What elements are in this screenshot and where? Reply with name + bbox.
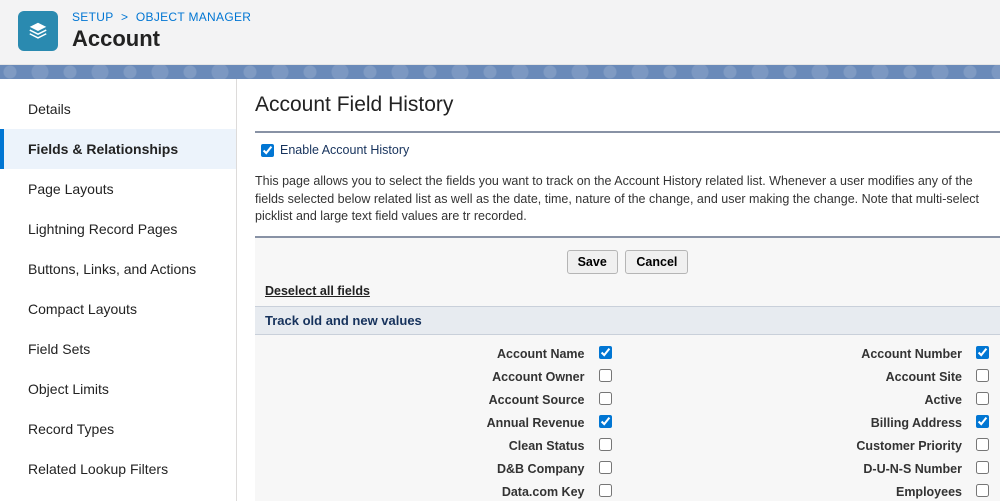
- field-label: Account Name: [497, 347, 585, 361]
- enable-history-row: Enable Account History: [255, 139, 1000, 167]
- sidebar-item[interactable]: Details: [0, 89, 236, 129]
- deselect-row: Deselect all fields: [255, 284, 1000, 306]
- fields-grid: Account Name Account Owner Account Source A…: [255, 335, 1000, 502]
- deselect-all-link[interactable]: Deselect all fields: [265, 284, 370, 298]
- enable-history-checkbox[interactable]: [261, 144, 274, 157]
- field-check-wrap: [599, 392, 613, 408]
- main-title: Account Field History: [255, 93, 1000, 117]
- field-check-wrap: [599, 461, 613, 477]
- header-text: SETUP > OBJECT MANAGER Account: [72, 10, 251, 52]
- sidebar-item[interactable]: Related Lookup Filters: [0, 449, 236, 489]
- section-header: Track old and new values: [255, 306, 1000, 335]
- sidebar-item[interactable]: Fields & Relationships: [0, 129, 236, 169]
- field-checkbox[interactable]: [976, 392, 989, 405]
- field-check-wrap: [976, 461, 990, 477]
- description-text: This page allows you to select the field…: [255, 173, 1000, 226]
- fields-column-left: Account Name Account Owner Account Source A…: [265, 343, 613, 502]
- field-checkbox[interactable]: [976, 346, 989, 359]
- field-label: Customer Priority: [856, 439, 962, 453]
- field-check-wrap: [599, 346, 613, 362]
- field-checkbox[interactable]: [599, 346, 612, 359]
- field-label: Account Number: [861, 347, 962, 361]
- field-check-wrap: [976, 369, 990, 385]
- header: SETUP > OBJECT MANAGER Account: [0, 0, 1000, 65]
- field-row: Customer Priority: [643, 435, 991, 458]
- layers-icon: [27, 20, 49, 42]
- main: Account Field History Enable Account His…: [237, 79, 1000, 501]
- button-row: Save Cancel: [255, 246, 1000, 284]
- field-checkbox[interactable]: [599, 415, 612, 428]
- breadcrumb-object-manager[interactable]: OBJECT MANAGER: [136, 10, 251, 24]
- field-check-wrap: [599, 438, 613, 454]
- field-checkbox[interactable]: [976, 415, 989, 428]
- field-check-wrap: [976, 346, 990, 362]
- field-check-wrap: [976, 392, 990, 408]
- field-check-wrap: [599, 484, 613, 500]
- field-row: Employees: [643, 481, 991, 502]
- save-button[interactable]: Save: [567, 250, 618, 274]
- field-label: Account Site: [886, 370, 962, 384]
- pattern-bar: [0, 65, 1000, 79]
- field-check-wrap: [599, 369, 613, 385]
- field-row: D-U-N-S Number: [643, 458, 991, 481]
- field-checkbox[interactable]: [976, 438, 989, 451]
- field-checkbox[interactable]: [599, 392, 612, 405]
- field-checkbox[interactable]: [976, 484, 989, 497]
- field-row: Account Source: [265, 389, 613, 412]
- field-row: Account Name: [265, 343, 613, 366]
- sidebar-item[interactable]: Field Sets: [0, 329, 236, 369]
- field-checkbox[interactable]: [976, 369, 989, 382]
- field-label: Account Source: [489, 393, 585, 407]
- field-checkbox[interactable]: [599, 461, 612, 474]
- field-check-wrap: [976, 484, 990, 500]
- field-checkbox[interactable]: [599, 438, 612, 451]
- field-row: Account Number: [643, 343, 991, 366]
- sidebar-item[interactable]: Compact Layouts: [0, 289, 236, 329]
- field-row: Active: [643, 389, 991, 412]
- field-check-wrap: [976, 438, 990, 454]
- field-row: Account Site: [643, 366, 991, 389]
- breadcrumb-setup[interactable]: SETUP: [72, 10, 113, 24]
- cancel-button[interactable]: Cancel: [625, 250, 688, 274]
- field-label: Clean Status: [509, 439, 585, 453]
- field-label: D-U-N-S Number: [863, 462, 962, 476]
- field-checkbox[interactable]: [599, 369, 612, 382]
- field-label: Annual Revenue: [487, 416, 585, 430]
- panel: Enable Account History This page allows …: [255, 131, 1000, 501]
- field-row: Annual Revenue: [265, 412, 613, 435]
- sidebar-item[interactable]: Record Types: [0, 409, 236, 449]
- page-title: Account: [72, 26, 251, 52]
- field-row: D&B Company: [265, 458, 613, 481]
- inner-panel: Save Cancel Deselect all fields Track ol…: [255, 236, 1000, 502]
- field-row: Data.com Key: [265, 481, 613, 502]
- enable-history-label[interactable]: Enable Account History: [280, 143, 409, 157]
- breadcrumb-sep: >: [121, 10, 128, 24]
- app-icon: [18, 11, 58, 51]
- field-label: Employees: [896, 485, 962, 499]
- field-check-wrap: [599, 415, 613, 431]
- field-label: Account Owner: [492, 370, 584, 384]
- field-check-wrap: [976, 415, 990, 431]
- field-label: Data.com Key: [502, 485, 585, 499]
- sidebar-item[interactable]: Search Layouts: [0, 489, 236, 501]
- breadcrumb: SETUP > OBJECT MANAGER: [72, 10, 251, 24]
- field-label: Active: [924, 393, 962, 407]
- sidebar-item[interactable]: Page Layouts: [0, 169, 236, 209]
- sidebar-item[interactable]: Buttons, Links, and Actions: [0, 249, 236, 289]
- sidebar-item[interactable]: Object Limits: [0, 369, 236, 409]
- field-row: Account Owner: [265, 366, 613, 389]
- field-checkbox[interactable]: [976, 461, 989, 474]
- field-checkbox[interactable]: [599, 484, 612, 497]
- sidebar: DetailsFields & RelationshipsPage Layout…: [0, 79, 237, 501]
- field-label: Billing Address: [871, 416, 962, 430]
- field-row: Clean Status: [265, 435, 613, 458]
- field-row: Billing Address: [643, 412, 991, 435]
- sidebar-item[interactable]: Lightning Record Pages: [0, 209, 236, 249]
- field-label: D&B Company: [497, 462, 585, 476]
- fields-column-right: Account Number Account Site Active Billing …: [643, 343, 991, 502]
